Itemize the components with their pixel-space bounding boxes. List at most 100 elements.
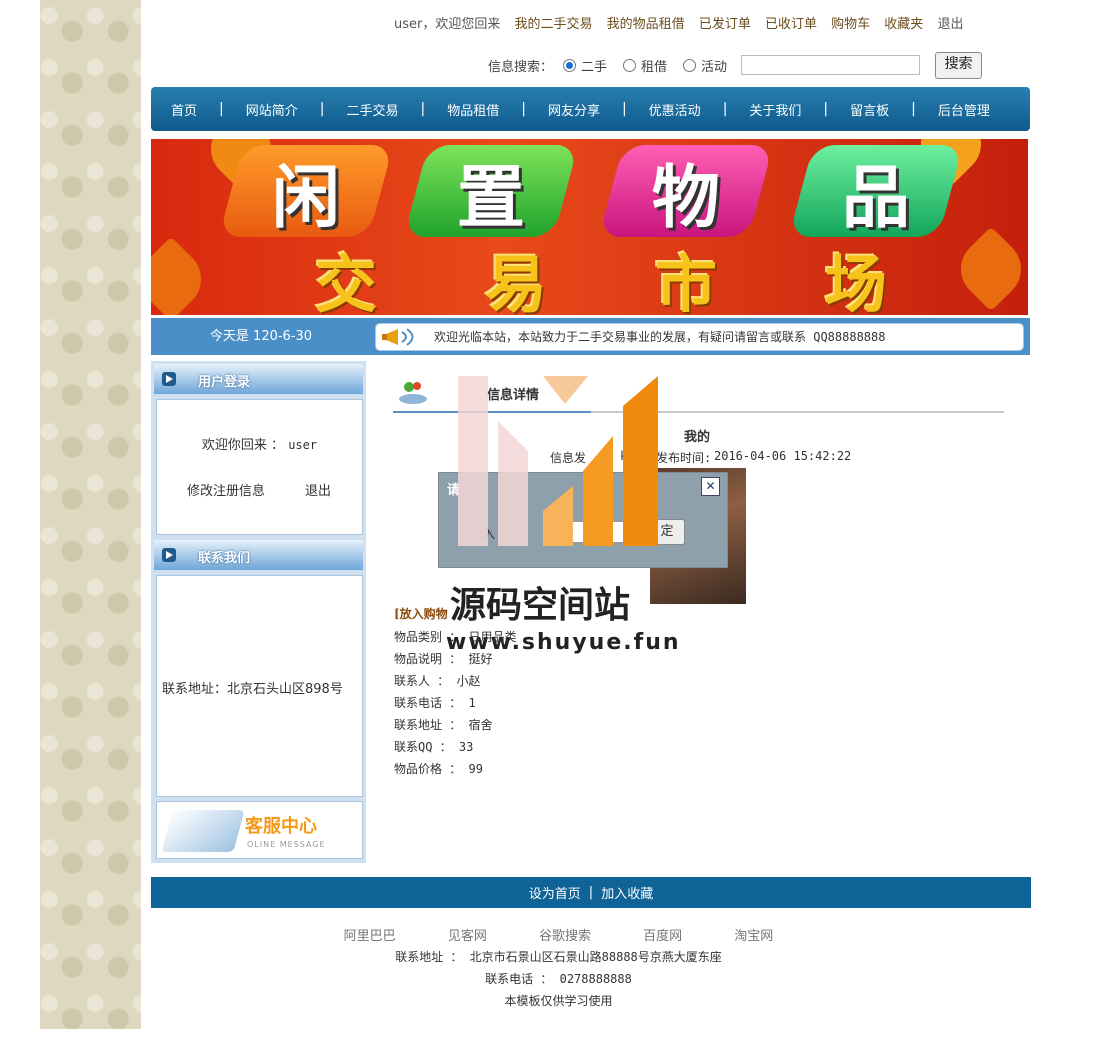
banner-char: 易: [484, 248, 547, 315]
site-banner: 闲 置 物 品 交 易 市 场: [151, 139, 1028, 315]
dialog-title: 请: [447, 483, 461, 498]
logout-link[interactable]: 退出: [305, 480, 331, 499]
contact-box: 联系地址：北京石头山区898号: [156, 575, 363, 797]
top-link-logout[interactable]: 退出: [937, 17, 963, 32]
search-button[interactable]: 搜索: [935, 51, 983, 79]
nav-separator: |: [521, 101, 526, 117]
nav-separator: |: [621, 101, 627, 117]
nav-separator: |: [911, 101, 916, 117]
publish-time-label: 发布时间:: [656, 451, 712, 465]
nav-about-site[interactable]: 网站简介: [236, 100, 308, 119]
login-box: 欢迎你回来 ： user 修改注册信息 退出: [156, 399, 363, 535]
contact-box-title: 联系我们: [198, 551, 251, 566]
add-to-cart-link[interactable]: [放入购物: [394, 605, 448, 622]
announcement-marquee: 欢迎光临本站，本站致力于二手交易事业的发展，有疑问请留言或联系 QQ888888…: [375, 323, 1024, 351]
nav-separator: |: [420, 101, 426, 117]
friend-link[interactable]: 谷歌搜索: [539, 929, 591, 944]
main-nav: 首页 | 网站简介 | 二手交易 | 物品租借 | 网友分享 | 优惠活动 | 关于我们 | …: [151, 87, 1030, 131]
top-link-received-orders[interactable]: 已收订单: [765, 17, 817, 32]
top-link-favorites[interactable]: 收藏夹: [884, 17, 923, 32]
publisher-label: 信息发: [550, 451, 587, 465]
welcome-text: 欢迎你回来 ：: [201, 438, 285, 453]
search-bar: 信息搜索： 二手 租借 活动 搜索: [488, 51, 983, 79]
friend-link[interactable]: 淘宝网: [734, 929, 773, 944]
footer-bar: 设为首页 | 加入收藏: [151, 877, 1031, 908]
nav-about-us[interactable]: 关于我们: [739, 100, 811, 119]
service-title: 客服中心: [245, 816, 317, 837]
add-bookmark-link[interactable]: 加入收藏: [601, 883, 653, 902]
top-link-cart[interactable]: 购物车: [831, 17, 870, 32]
banner-char: 市: [654, 248, 717, 315]
customer-service-box[interactable]: 客服中心 OLINE MESSAGE: [156, 801, 363, 859]
detail-row: 联系地址 ： 宿舍: [394, 718, 493, 732]
contact-address: 联系地址：北京石头山区898号: [162, 682, 343, 697]
edit-profile-link[interactable]: 修改注册信息: [187, 480, 265, 499]
date-bar: 今天是 120-6-30 欢迎光临本站，本站致力于二手交易事业的发展，有疑问请留…: [151, 318, 1030, 355]
friend-link[interactable]: 阿里巴巴: [344, 929, 396, 944]
radio-label-rental: 租借: [641, 59, 668, 75]
detail-row: 联系QQ ： 33: [394, 740, 474, 754]
banner-tile-4: 品: [788, 145, 964, 238]
radio-rental[interactable]: [623, 58, 637, 72]
sidebar: 用户登录 欢迎你回来 ： user 修改注册信息 退出 联系我们 联系地址：北京…: [151, 361, 366, 863]
banner-tile-3: 物: [598, 145, 774, 238]
nav-separator: |: [319, 101, 325, 117]
dialog-field-label: 入: [483, 527, 496, 541]
banner-char: 场: [824, 248, 887, 315]
friend-link[interactable]: 百度网: [643, 929, 682, 944]
friend-links: 阿里巴巴 见客网 谷歌搜索 百度网 淘宝网: [0, 925, 1117, 944]
leaf-decoration: [948, 226, 1028, 312]
detail-row: 物品价格 ： 99: [394, 762, 483, 776]
nav-rental[interactable]: 物品租借: [437, 100, 509, 119]
search-input[interactable]: [741, 55, 921, 75]
nav-share[interactable]: 网友分享: [538, 100, 610, 119]
login-box-title: 用户登录: [198, 375, 251, 390]
username: user: [288, 438, 318, 452]
arrow-right-icon: [162, 372, 176, 386]
detail-row: 物品说明 ： 挺好: [394, 652, 493, 666]
footer-phone: 联系电话 ： 0278888888: [485, 972, 632, 986]
publish-time: 2016-04-06 15:42:22: [714, 449, 852, 463]
item-title: 我的: [684, 430, 711, 445]
detail-row: 物品类别 ： 日用品类: [394, 630, 517, 644]
contact-box-header: 联系我们: [154, 540, 363, 570]
nav-promotions[interactable]: 优惠活动: [639, 100, 711, 119]
banner-tile-2: 置: [403, 145, 579, 238]
section-title: 信息详情: [487, 388, 540, 403]
set-homepage-link[interactable]: 设为首页: [529, 883, 581, 902]
top-link-my-secondhand[interactable]: 我的二手交易: [515, 17, 593, 32]
detail-section-header: 信息详情: [393, 373, 1004, 413]
top-link-sent-orders[interactable]: 已发订单: [699, 17, 751, 32]
top-link-my-rentals[interactable]: 我的物品租借: [607, 17, 685, 32]
quantity-input[interactable]: [547, 521, 629, 543]
radio-secondhand[interactable]: [563, 58, 577, 72]
login-box-header: 用户登录: [154, 364, 363, 394]
radio-activity[interactable]: [683, 58, 697, 72]
nav-secondhand[interactable]: 二手交易: [336, 100, 408, 119]
detail-row: 联系电话 ： 1: [394, 696, 476, 710]
leaf-decoration: [151, 236, 214, 315]
confirm-button[interactable]: 定: [649, 519, 685, 545]
nav-separator: |: [722, 101, 728, 117]
search-label: 信息搜索：: [488, 59, 554, 75]
nav-separator: |: [823, 101, 829, 117]
footer-address: 联系地址 ： 北京市石景山区石景山路88888号京燕大厦东座: [395, 950, 722, 964]
megaphone-icon: [382, 328, 414, 346]
nav-guestbook[interactable]: 留言板: [840, 100, 899, 119]
nav-separator: |: [219, 101, 224, 117]
banner-tile-1: 闲: [218, 145, 394, 238]
current-date: 今天是 120-6-30: [209, 329, 313, 344]
detail-row: 联系人 ： 小赵: [394, 674, 481, 688]
radio-label-secondhand: 二手: [581, 59, 608, 75]
banner-char: 交: [314, 248, 377, 315]
close-icon[interactable]: ✕: [701, 477, 720, 496]
top-links: user，欢迎您回来 我的二手交易 我的物品租借 已发订单 已收订单 购物车 收…: [394, 13, 973, 32]
friend-link[interactable]: 见客网: [448, 929, 487, 944]
marquee-text: 欢迎光临本站，本站致力于二手交易事业的发展，有疑问请留言或联系 QQ888888…: [434, 330, 886, 344]
watermark-text: 源码空间站: [450, 585, 631, 626]
nav-admin[interactable]: 后台管理: [928, 100, 1000, 119]
nav-home[interactable]: 首页: [151, 100, 207, 119]
item-details: 物品类别 ： 日用品类 物品说明 ： 挺好 联系人 ： 小赵 联系电话 ： 1 …: [394, 626, 516, 780]
arrow-right-icon: [162, 548, 176, 562]
welcome-message: 欢迎你回来 ： user: [157, 434, 362, 453]
